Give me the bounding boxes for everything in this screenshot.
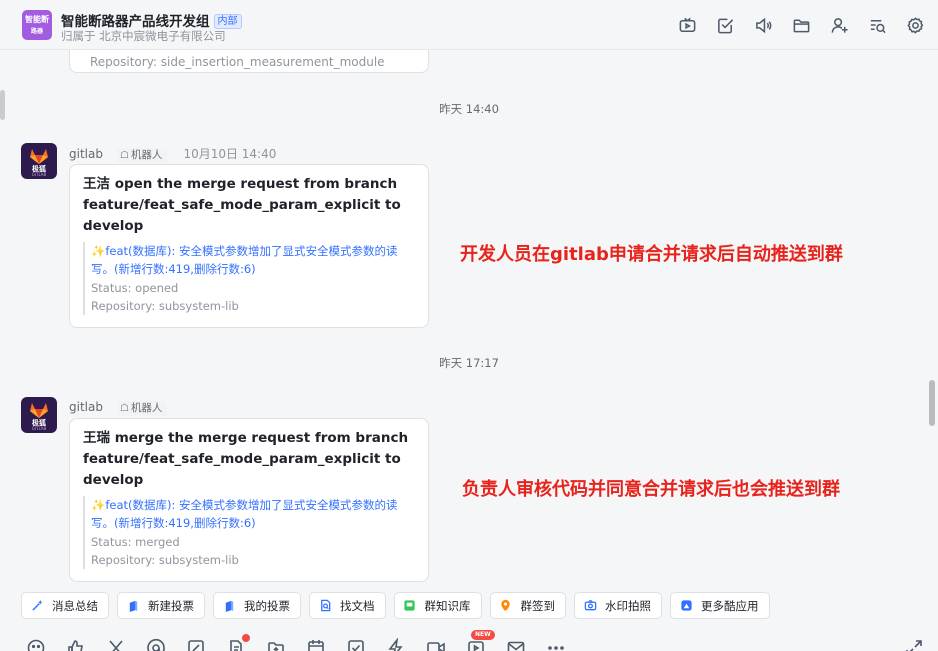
poll-icon	[126, 599, 140, 613]
annotation-text: 开发人员在gitlab申请合并请求后自动推送到群	[460, 244, 843, 265]
watermark-camera-label: 水印拍照	[605, 598, 651, 613]
group-wiki-button[interactable]: 群知识库	[393, 592, 482, 619]
annotation-text: 负责人审核代码并同意合并请求后也会推送到群	[462, 479, 840, 500]
robot-icon: ☖	[119, 403, 129, 414]
my-polls-button[interactable]: 我的投票	[213, 592, 301, 619]
mention-icon[interactable]	[146, 638, 166, 651]
calendar-icon[interactable]	[306, 638, 326, 651]
group-avatar-text-1: 智能断	[25, 15, 49, 24]
gitlab-bot-avatar[interactable]: 极狐 GITLAB	[21, 397, 57, 433]
expand-icon[interactable]	[904, 638, 924, 651]
chat-window: 智能断 路器 智能断路器产品线开发组 内部 归属于 北京中宸微电子有限公司 Re…	[0, 0, 938, 651]
group-checkin-label: 群签到	[520, 598, 556, 613]
merge-request-details: ✨feat(数据库): 安全模式参数增加了显式安全模式参数的读写。(新增行数:4…	[83, 242, 415, 315]
sender-name[interactable]: gitlab	[69, 147, 103, 161]
robot-tag-label: 机器人	[130, 402, 163, 414]
message-time: 10月10日 14:40	[183, 147, 277, 161]
watermark-camera-button[interactable]: 水印拍照	[574, 592, 662, 619]
doc-search-icon	[318, 599, 332, 613]
merge-request-repository: Repository: subsystem-lib	[91, 299, 239, 313]
merge-request-repository: Repository: subsystem-lib	[91, 553, 239, 567]
commit-message-link[interactable]: ✨feat(数据库): 安全模式参数增加了显式安全模式参数的读写。(新增行数:4…	[91, 496, 415, 532]
emoji-icon[interactable]	[26, 638, 46, 651]
folder-icon[interactable]	[790, 14, 812, 36]
new-poll-button[interactable]: 新建投票	[117, 592, 205, 619]
gitlab-avatar-brand-sub: GITLAB	[31, 172, 47, 177]
announcement-icon[interactable]	[752, 14, 774, 36]
sender-name[interactable]: gitlab	[69, 400, 103, 414]
checkin-icon	[499, 599, 513, 613]
time-separator: 昨天 14:40	[439, 102, 499, 116]
scissors-icon[interactable]	[106, 638, 126, 651]
lightning-icon[interactable]	[386, 637, 406, 651]
group-title[interactable]: 智能断路器产品线开发组 内部	[61, 10, 242, 30]
more-apps-button[interactable]: 更多酷应用	[670, 592, 770, 619]
apps-icon	[679, 599, 693, 613]
my-polls-label: 我的投票	[244, 598, 290, 613]
gitlab-fox-icon	[30, 149, 48, 164]
message-list[interactable]: Repository: side_insertion_measurement_m…	[0, 50, 938, 585]
group-organization: 归属于 北京中宸微电子有限公司	[61, 29, 226, 43]
search-history-icon[interactable]	[866, 14, 888, 36]
merge-request-status: Status: merged	[91, 535, 180, 549]
wiki-icon	[403, 599, 417, 613]
chat-header: 智能断 路器 智能断路器产品线开发组 内部 归属于 北京中宸微电子有限公司	[0, 0, 938, 50]
message-sender-line: gitlab ☖ 机器人	[69, 400, 183, 416]
new-badge: NEW	[471, 630, 495, 640]
commit-message-link[interactable]: ✨feat(数据库): 安全模式参数增加了显式安全模式参数的读写。(新增行数:4…	[91, 242, 415, 278]
message-list-scrollbar[interactable]	[929, 380, 935, 426]
notification-dot	[242, 634, 250, 642]
find-docs-button[interactable]: 找文档	[309, 592, 386, 619]
add-member-icon[interactable]	[828, 14, 850, 36]
group-avatar[interactable]: 智能断 路器	[22, 10, 52, 40]
quick-actions-bar: 消息总结 新建投票 我的投票 找文档 群知识库 群签到 水印拍照 更多酷应用	[21, 592, 770, 619]
message-summary-label: 消息总结	[52, 598, 98, 613]
camera-icon	[583, 599, 597, 613]
sparkle-icon	[30, 599, 44, 613]
more-icon[interactable]	[546, 638, 566, 651]
video-icon[interactable]	[426, 638, 446, 651]
message-sender-line: gitlab ☖ 机器人 10月10日 14:40	[69, 145, 276, 163]
gitlab-avatar-brand-sub: GITLAB	[31, 426, 47, 431]
merge-request-title: 王洁 open the merge request from branch fe…	[83, 176, 401, 234]
new-poll-label: 新建投票	[148, 598, 194, 613]
robot-tag-label: 机器人	[130, 149, 163, 161]
settings-icon[interactable]	[904, 14, 926, 36]
robot-tag: ☖ 机器人	[116, 401, 168, 416]
gitlab-bot-avatar[interactable]: 极狐 GITLAB	[21, 143, 57, 179]
tv-icon[interactable]	[676, 14, 698, 36]
thumbs-up-icon[interactable]	[66, 638, 86, 651]
message-summary-button[interactable]: 消息总结	[21, 592, 109, 619]
find-docs-label: 找文档	[340, 598, 375, 613]
group-avatar-text-2: 路器	[30, 28, 43, 35]
merge-request-card[interactable]: 王瑞 merge the merge request from branch f…	[69, 418, 429, 582]
robot-tag: ☖ 机器人	[116, 148, 168, 163]
group-wiki-label: 群知识库	[424, 598, 471, 613]
merge-request-details: ✨feat(数据库): 安全模式参数增加了显式安全模式参数的读写。(新增行数:4…	[83, 496, 415, 569]
task-icon[interactable]	[346, 638, 366, 651]
gitlab-fox-icon	[30, 403, 48, 418]
merge-request-card[interactable]: 王洁 open the merge request from branch fe…	[69, 164, 429, 328]
more-apps-label: 更多酷应用	[701, 598, 759, 613]
robot-icon: ☖	[119, 150, 129, 161]
merge-request-status: Status: opened	[91, 281, 179, 295]
edit-doc-icon[interactable]	[186, 638, 206, 651]
time-separator: 昨天 17:17	[439, 356, 499, 370]
task-check-icon[interactable]	[714, 14, 736, 36]
mail-icon[interactable]	[506, 638, 526, 651]
input-toolbar: NEW	[0, 628, 938, 651]
previous-card-repository: Repository: side_insertion_measurement_m…	[90, 55, 385, 69]
header-toolbar	[676, 14, 926, 36]
group-checkin-button[interactable]: 群签到	[489, 592, 566, 619]
poll-icon	[222, 599, 236, 613]
merge-request-title: 王瑞 merge the merge request from branch f…	[83, 430, 409, 488]
internal-badge: 内部	[213, 14, 242, 29]
upload-folder-icon[interactable]	[266, 638, 286, 651]
previous-message-card[interactable]: Repository: side_insertion_measurement_m…	[69, 50, 429, 73]
